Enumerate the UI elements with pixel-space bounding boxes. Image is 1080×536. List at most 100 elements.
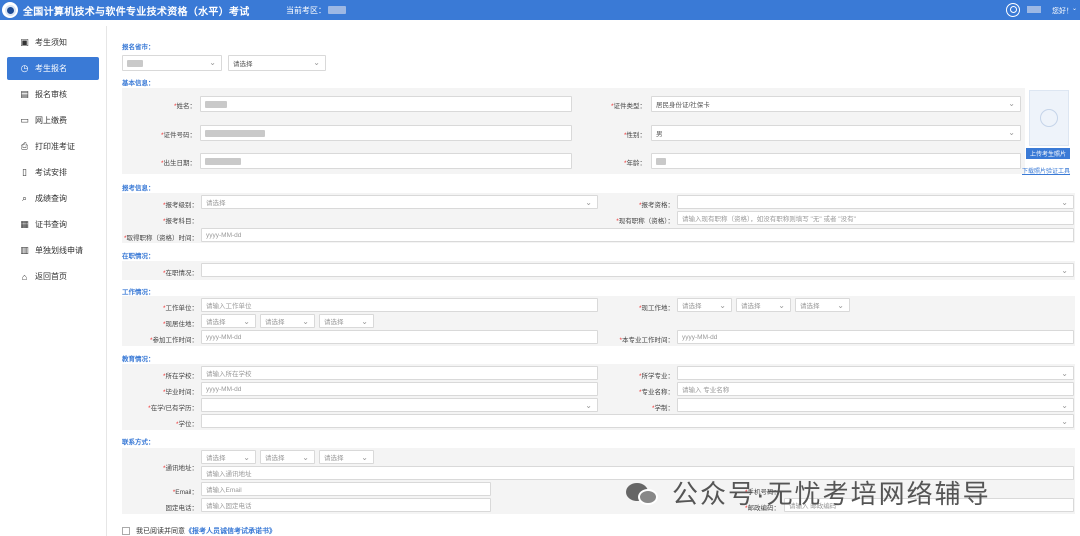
job-status-select[interactable]: [201, 263, 1074, 277]
sidebar-item-1[interactable]: ◷ 考生报名: [7, 57, 99, 80]
age-label: *年龄：: [623, 160, 646, 167]
email-field[interactable]: 请输入Email: [201, 482, 491, 496]
sidebar-item-3[interactable]: ▭ 网上缴费: [7, 109, 99, 132]
residence-label: *现居住地：: [162, 321, 198, 328]
candidate-photo-placeholder: [1029, 90, 1069, 146]
current-region-label: 当前考区：: [286, 6, 326, 15]
work-city-select[interactable]: 请选择: [736, 298, 791, 312]
chevron-down-icon[interactable]: ⌄: [1072, 5, 1077, 12]
section-title-job: 在职情况：: [122, 253, 155, 260]
work-start-field[interactable]: yyyy-MM-dd: [201, 330, 598, 344]
gender-select[interactable]: 男: [651, 125, 1021, 141]
sidebar-item-8[interactable]: ▥ 单独划线申请: [7, 239, 99, 262]
sidebar-item-6[interactable]: ⌕ 成绩查询: [7, 187, 99, 210]
sidebar-item-label: 单独划线申请: [35, 246, 83, 255]
duration-select[interactable]: [677, 398, 1074, 412]
sidebar-item-label: 打印准考证: [35, 142, 75, 151]
name-field[interactable]: [200, 96, 572, 112]
sidebar-divider: [106, 26, 107, 536]
degree-select[interactable]: [201, 414, 1074, 428]
sidebar-item-label: 返回首页: [35, 272, 67, 281]
sidebar-item-label: 成绩查询: [35, 194, 67, 203]
education-select[interactable]: [201, 398, 598, 412]
exam-qualification-label: *报考资格：: [638, 202, 674, 209]
employer-field[interactable]: 请输入工作单位: [201, 298, 598, 312]
user-name[interactable]: [1027, 6, 1041, 13]
school-label: *所在学校：: [162, 373, 198, 380]
work-place-label: *现工作地：: [638, 305, 674, 312]
grad-date-label: *毕业时间：: [162, 389, 198, 396]
sidebar-item-5[interactable]: ▯ 考试安排: [7, 161, 99, 184]
title-date-field[interactable]: yyyy-MM-dd: [201, 228, 1074, 242]
exam-logo-icon: [2, 2, 18, 18]
birth-date-field[interactable]: [200, 153, 572, 169]
work-province-select[interactable]: 请选择: [677, 298, 732, 312]
greeting-text[interactable]: 您好！: [1052, 6, 1073, 16]
school-field[interactable]: 请输入所在学校: [201, 366, 598, 380]
name-label: *姓名：: [173, 103, 196, 110]
school-major-select[interactable]: [677, 366, 1074, 380]
agreement-link[interactable]: 《报考人员诚信考试承诺书》: [185, 526, 276, 536]
id-number-label: *证件号码：: [160, 132, 196, 139]
notice-icon: ▣: [20, 37, 29, 47]
download-photo-tool-link[interactable]: 下载照片验证工具: [1022, 166, 1070, 175]
agree-checkbox[interactable]: [122, 527, 130, 535]
sidebar-item-7[interactable]: ▦ 证书查询: [7, 213, 99, 236]
sidebar-item-2[interactable]: ▤ 报名审核: [7, 83, 99, 106]
current-title-label: *现有职称（资格）：: [616, 218, 674, 225]
age-field[interactable]: [651, 153, 1021, 169]
sidebar-item-4[interactable]: ⎙ 打印准考证: [7, 135, 99, 158]
major-name-field[interactable]: 请输入 专业名称: [677, 382, 1074, 396]
agreement-row: 我已阅读并同意 《报考人员诚信考试承诺书》: [122, 526, 276, 536]
current-region-value: [328, 6, 346, 14]
section-title-contact: 联系方式：: [122, 439, 155, 446]
residence-city-select[interactable]: 请选择: [260, 314, 315, 328]
major-work-start-field[interactable]: yyyy-MM-dd: [677, 330, 1074, 344]
section-title-province: 报名省市：: [122, 44, 155, 51]
work-start-label: *参加工作时间：: [149, 337, 198, 344]
province-select[interactable]: [122, 55, 222, 71]
current-title-field[interactable]: 请输入现有职称（资格），如没有职称则填写 "无" 或者 "没有": [677, 211, 1074, 225]
address-province-select[interactable]: 请选择: [201, 450, 256, 464]
residence-province-select[interactable]: 请选择: [201, 314, 256, 328]
residence-district-select[interactable]: 请选择: [319, 314, 374, 328]
sidebar-item-label: 考试安排: [35, 168, 67, 177]
grad-date-field[interactable]: yyyy-MM-dd: [201, 382, 598, 396]
exam-subject-label: *报考科目：: [162, 218, 198, 225]
section-title-exam: 报考信息：: [122, 185, 155, 192]
school-major-label: *所学专业：: [638, 373, 674, 380]
sidebar-nav: ▣ 考生须知 ◷ 考生报名 ▤ 报名审核 ▭ 网上缴费 ⎙ 打印准考证 ▯ 考试安排 ⌕ 成绩查询 ▦ 证书查…: [7, 31, 99, 291]
clock-icon: ◷: [20, 63, 29, 73]
employer-label: *工作单位：: [162, 305, 198, 312]
search-icon: ⌕: [21, 193, 28, 203]
site-title: 全国计算机技术与软件专业技术资格（水平）考试: [23, 6, 250, 18]
sidebar-item-9[interactable]: ⌂ 返回首页: [7, 265, 99, 288]
city-select[interactable]: 请选择: [228, 55, 326, 71]
work-district-select[interactable]: 请选择: [795, 298, 850, 312]
id-number-field[interactable]: [200, 125, 572, 141]
id-type-label: *证件类型：: [610, 103, 646, 110]
sidebar-item-label: 报名审核: [35, 90, 67, 99]
exam-level-label: *报考级别：: [162, 202, 198, 209]
upload-photo-button[interactable]: 上传考生照片: [1026, 148, 1070, 159]
wechat-icon: [626, 479, 658, 507]
phone-label: 固定电话：: [165, 505, 199, 512]
duration-label: *学制：: [651, 405, 674, 412]
user-avatar-icon[interactable]: [1006, 3, 1020, 17]
phone-field[interactable]: 请输入固定电话: [201, 498, 491, 512]
top-header: 全国计算机技术与软件专业技术资格（水平）考试 当前考区： 您好！ ⌄: [0, 0, 1080, 20]
home-icon: ⌂: [21, 271, 28, 282]
address-city-select[interactable]: 请选择: [260, 450, 315, 464]
sidebar-item-label: 考生报名: [35, 64, 67, 73]
sidebar-item-label: 考生须知: [35, 38, 67, 47]
exam-level-select[interactable]: 请选择: [201, 195, 598, 209]
watermark-text: 公众号·无忧考培网络辅导: [672, 479, 991, 509]
address-district-select[interactable]: 请选择: [319, 450, 374, 464]
watermark: 公众号·无忧考培网络辅导: [626, 474, 991, 511]
section-title-basic: 基本信息：: [122, 80, 155, 87]
agree-text: 我已阅读并同意: [136, 528, 185, 535]
exam-qualification-select[interactable]: [677, 195, 1074, 209]
id-type-select[interactable]: 居民身份证/社保卡: [651, 96, 1021, 112]
address-label: *通讯地址：: [162, 465, 198, 472]
sidebar-item-0[interactable]: ▣ 考生须知: [7, 31, 99, 54]
